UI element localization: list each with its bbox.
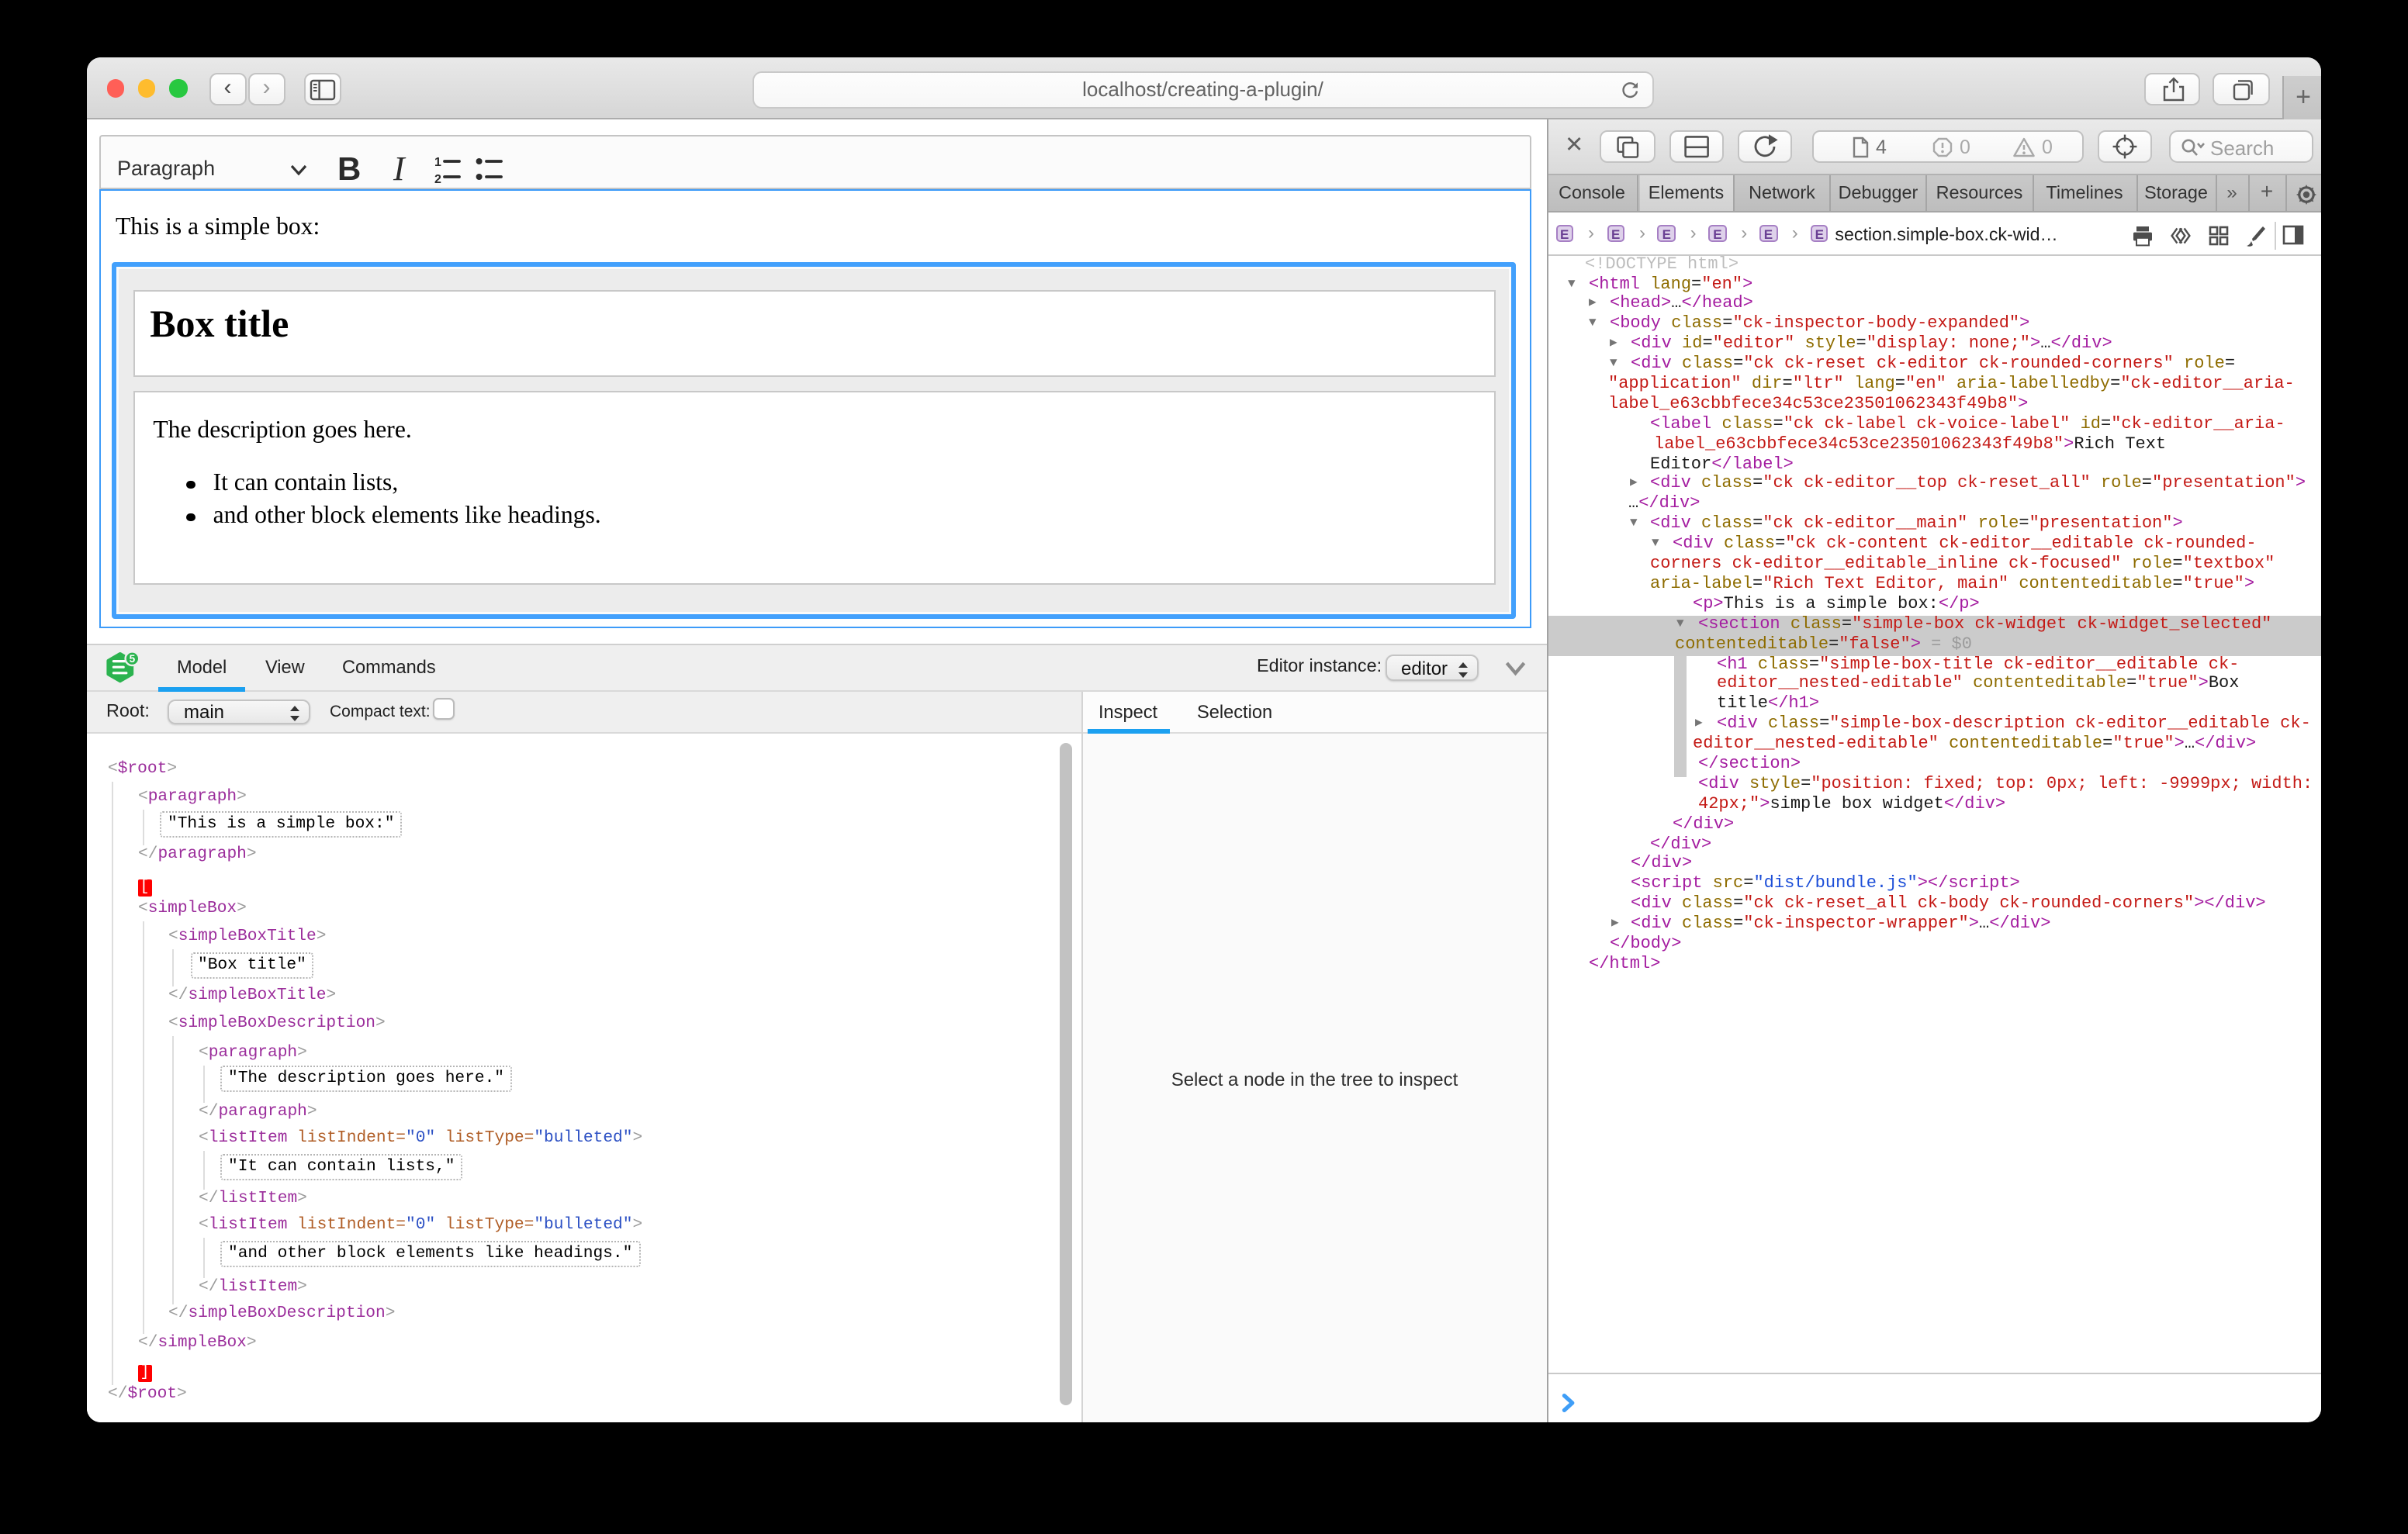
- svg-text:2: 2: [434, 172, 441, 184]
- svg-text:5: 5: [130, 653, 136, 665]
- svg-text:1: 1: [434, 155, 441, 168]
